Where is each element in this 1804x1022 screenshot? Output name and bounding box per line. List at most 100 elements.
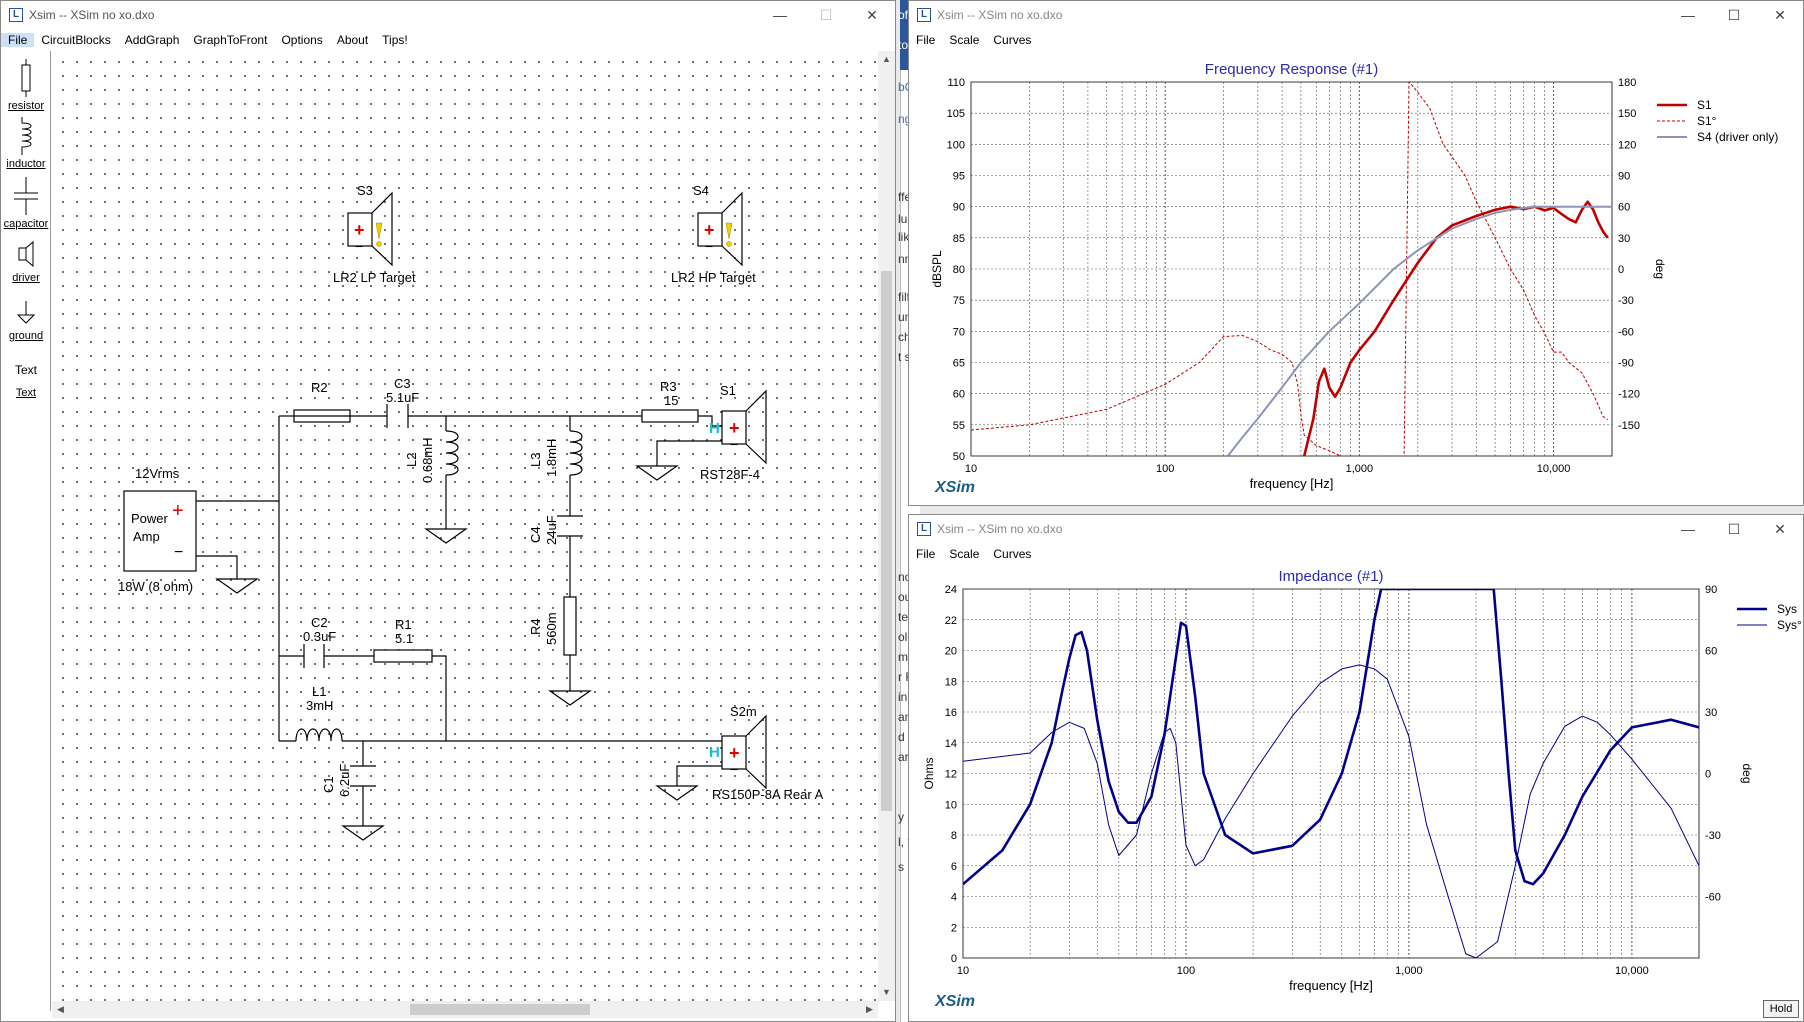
menu-about[interactable]: About — [330, 33, 375, 47]
resistor-r4[interactable] — [563, 596, 577, 656]
y2-tick-label: 30 — [1618, 233, 1630, 245]
scroll-down-arrow[interactable]: ▼ — [878, 984, 895, 1001]
hold-button[interactable]: Hold — [1763, 1000, 1799, 1018]
tool-text[interactable]: Text Text — [1, 363, 51, 399]
circuit-window: L Xsim -- XSim no xo.dxo — ☐ ✕ File Circ… — [0, 0, 896, 1022]
y-tick-label: 95 — [953, 171, 965, 183]
capacitor-c2[interactable] — [303, 644, 325, 668]
frequency-response-chart[interactable]: Frequency Response (#1)11010510095908580… — [909, 53, 1803, 503]
warning-icon-s4 — [725, 222, 733, 240]
x-axis-label: frequency [Hz] — [1289, 978, 1373, 993]
minimize-button[interactable]: — — [757, 1, 803, 29]
r3-value: 15 — [664, 393, 678, 408]
resistor-r3[interactable] — [641, 409, 699, 423]
x-tick-label: 100 — [1177, 965, 1195, 977]
imp-titlebar: L Xsim -- XSim no xo.dxo — ☐ ✕ — [909, 515, 1803, 543]
menu-circuitblocks[interactable]: CircuitBlocks — [34, 33, 117, 47]
menu-curves[interactable]: Curves — [986, 547, 1038, 561]
menu-options[interactable]: Options — [274, 33, 329, 47]
menu-file[interactable]: File — [909, 547, 942, 561]
hscroll-thumb[interactable] — [410, 1004, 590, 1015]
circuit-canvas[interactable]: H H S3 + − LR2 LP Target S4 + − LR2 HP T… — [52, 51, 878, 1001]
inductor-l3[interactable] — [569, 430, 583, 476]
scroll-up-arrow[interactable]: ▲ — [878, 51, 895, 68]
y2-tick-label: 180 — [1618, 77, 1636, 89]
y-tick-label: 85 — [953, 233, 965, 245]
chart-title: Impedance (#1) — [1278, 568, 1383, 585]
inductor-l2[interactable] — [445, 430, 459, 476]
menu-scale[interactable]: Scale — [942, 547, 986, 561]
wire-s1-minus — [656, 440, 722, 466]
warning-icon-s3 — [375, 222, 383, 240]
r1-value: 5.1 — [395, 631, 413, 646]
freq-window: L Xsim -- XSim no xo.dxo — ☐ ✕ File Scal… — [908, 0, 1804, 506]
scroll-left-arrow[interactable]: ◀ — [52, 1001, 69, 1018]
resistor-icon — [21, 59, 31, 97]
s4-name: S4 — [693, 183, 709, 198]
resistor-r1[interactable] — [373, 649, 433, 663]
minimize-button[interactable]: — — [1665, 1, 1711, 29]
connector-mark-s2m: H — [709, 744, 720, 761]
tool-driver[interactable]: driver — [1, 239, 51, 284]
s2m-label: RS150P-8A Rear A — [712, 787, 824, 802]
minimize-button[interactable]: — — [1665, 515, 1711, 543]
tool-ground[interactable]: ground — [1, 297, 51, 342]
menu-file[interactable]: File — [909, 33, 942, 47]
circuit-hscroll[interactable]: ◀ ▶ — [52, 1001, 878, 1018]
menu-graphtofront[interactable]: GraphToFront — [186, 33, 274, 47]
y2-tick-label: -90 — [1618, 358, 1634, 370]
inductor-l1[interactable] — [295, 728, 343, 742]
driver-icon — [18, 240, 34, 268]
ground-l2 — [424, 528, 468, 544]
y2-tick-label: 0 — [1705, 769, 1711, 781]
menu-curves[interactable]: Curves — [986, 33, 1038, 47]
r4-value: 560m — [544, 612, 559, 645]
tool-inductor[interactable]: inductor — [1, 117, 51, 170]
legend-entry: S1 — [1697, 98, 1712, 112]
app-icon: L — [9, 8, 23, 22]
y-tick-label: 0 — [951, 953, 957, 965]
maximize-button[interactable]: ☐ — [1711, 1, 1757, 29]
chart-title: Frequency Response (#1) — [1205, 61, 1378, 78]
close-button[interactable]: ✕ — [849, 1, 895, 29]
capacitor-c3[interactable] — [386, 404, 409, 428]
imp-window: L Xsim -- XSim no xo.dxo — ☐ ✕ File Scal… — [908, 514, 1804, 1022]
circuit-vscroll[interactable]: ▲ ▼ — [878, 51, 895, 1001]
schematic: H H S3 + − LR2 LP Target S4 + − LR2 HP T… — [118, 183, 824, 841]
vscroll-thumb[interactable] — [881, 271, 892, 811]
menu-addgraph[interactable]: AddGraph — [118, 33, 187, 47]
y-axis-label: Ohms — [922, 757, 936, 789]
maximize-button[interactable]: ☐ — [1711, 515, 1757, 543]
r2-name: R2 — [311, 380, 328, 395]
close-button[interactable]: ✕ — [1757, 515, 1803, 543]
amp-plus: + — [172, 500, 184, 522]
maximize-button[interactable]: ☐ — [803, 1, 849, 29]
menu-tips[interactable]: Tips! — [375, 33, 415, 47]
s3-name: S3 — [357, 183, 373, 198]
menu-scale[interactable]: Scale — [942, 33, 986, 47]
capacitor-c4[interactable] — [557, 515, 583, 537]
ground-s2m — [655, 785, 699, 801]
y-tick-label: 90 — [953, 202, 965, 214]
tool-capacitor[interactable]: capacitor — [1, 177, 51, 230]
tool-resistor[interactable]: resistor — [1, 59, 51, 112]
capacitor-c1[interactable] — [350, 765, 376, 787]
inductor-icon — [21, 117, 32, 155]
circuit-menubar: File CircuitBlocks AddGraph GraphToFront… — [1, 29, 895, 51]
scroll-right-arrow[interactable]: ▶ — [861, 1001, 878, 1018]
y-tick-label: 8 — [951, 830, 957, 842]
menu-file[interactable]: File — [1, 33, 35, 47]
y-tick-label: 70 — [953, 326, 965, 338]
y-tick-label: 65 — [953, 358, 965, 370]
s3-label: LR2 LP Target — [333, 270, 416, 285]
impedance-chart[interactable]: Impedance (#1)24222018161412108642090603… — [909, 567, 1803, 1019]
l1-name: L1 — [312, 684, 326, 699]
y-tick-label: 60 — [953, 389, 965, 401]
y2-tick-label: 60 — [1618, 202, 1630, 214]
close-button[interactable]: ✕ — [1757, 1, 1803, 29]
y2-tick-label: -60 — [1618, 326, 1634, 338]
c4-value: 24uF — [544, 515, 559, 545]
legend-entry: Sys° — [1777, 618, 1802, 632]
y2-tick-label: 60 — [1705, 646, 1717, 658]
y-tick-label: 4 — [951, 892, 957, 904]
